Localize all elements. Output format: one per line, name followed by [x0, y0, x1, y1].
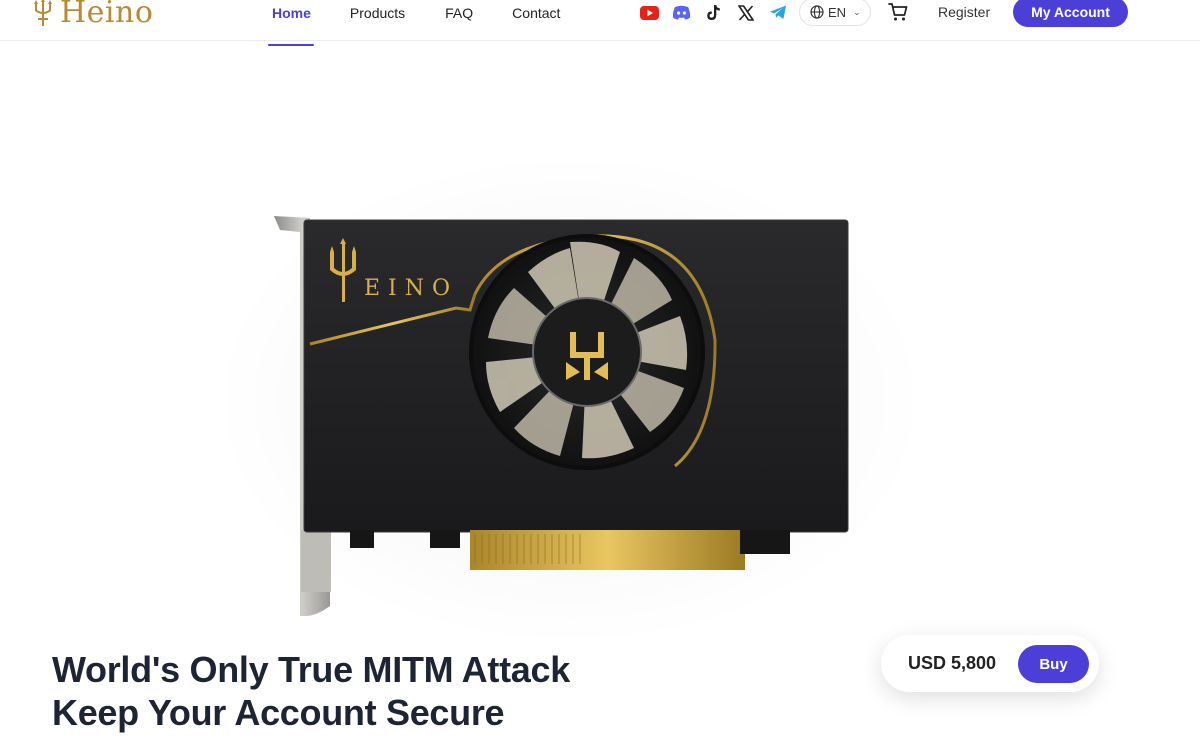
chevron-down-icon: ⌄ [853, 6, 861, 17]
headline-line-2: Keep Your Account Secure [52, 692, 505, 733]
brand-name: Heino [60, 0, 154, 30]
card-brand-text: EINO [364, 276, 458, 301]
register-link[interactable]: Register [938, 4, 990, 20]
telegram-icon[interactable] [768, 3, 787, 22]
cart-icon[interactable] [888, 2, 908, 22]
x-twitter-icon[interactable] [736, 3, 755, 22]
language-selector[interactable]: EN ⌄ [799, 0, 871, 26]
nav-faq[interactable]: FAQ [445, 4, 473, 22]
trident-logo-icon [34, 0, 52, 26]
hero-headline: World's Only True MITM Attack Keep Your … [52, 648, 692, 734]
headline-line-1: World's Only True MITM Attack [52, 649, 570, 690]
my-account-button[interactable]: My Account [1013, 0, 1128, 27]
discord-icon[interactable] [672, 3, 691, 22]
main-nav: Home Products FAQ Contact [272, 4, 560, 22]
buy-button[interactable]: Buy [1018, 645, 1089, 683]
graphics-card-image: EINO [274, 216, 849, 616]
nav-contact[interactable]: Contact [512, 4, 560, 22]
nav-products[interactable]: Products [350, 4, 405, 22]
language-value: EN [828, 4, 847, 20]
youtube-icon[interactable] [640, 3, 659, 22]
site-header: Heino Home Products FAQ Contact EN ⌄ Reg… [0, 0, 1200, 41]
price-card: USD 5,800 Buy [881, 635, 1099, 692]
brand-logo[interactable]: Heino [32, 0, 153, 30]
active-nav-indicator [268, 44, 314, 46]
globe-icon [810, 5, 824, 19]
tiktok-icon[interactable] [704, 3, 723, 22]
product-price: USD 5,800 [908, 653, 997, 673]
social-links [640, 3, 787, 22]
nav-home[interactable]: Home [272, 4, 311, 22]
